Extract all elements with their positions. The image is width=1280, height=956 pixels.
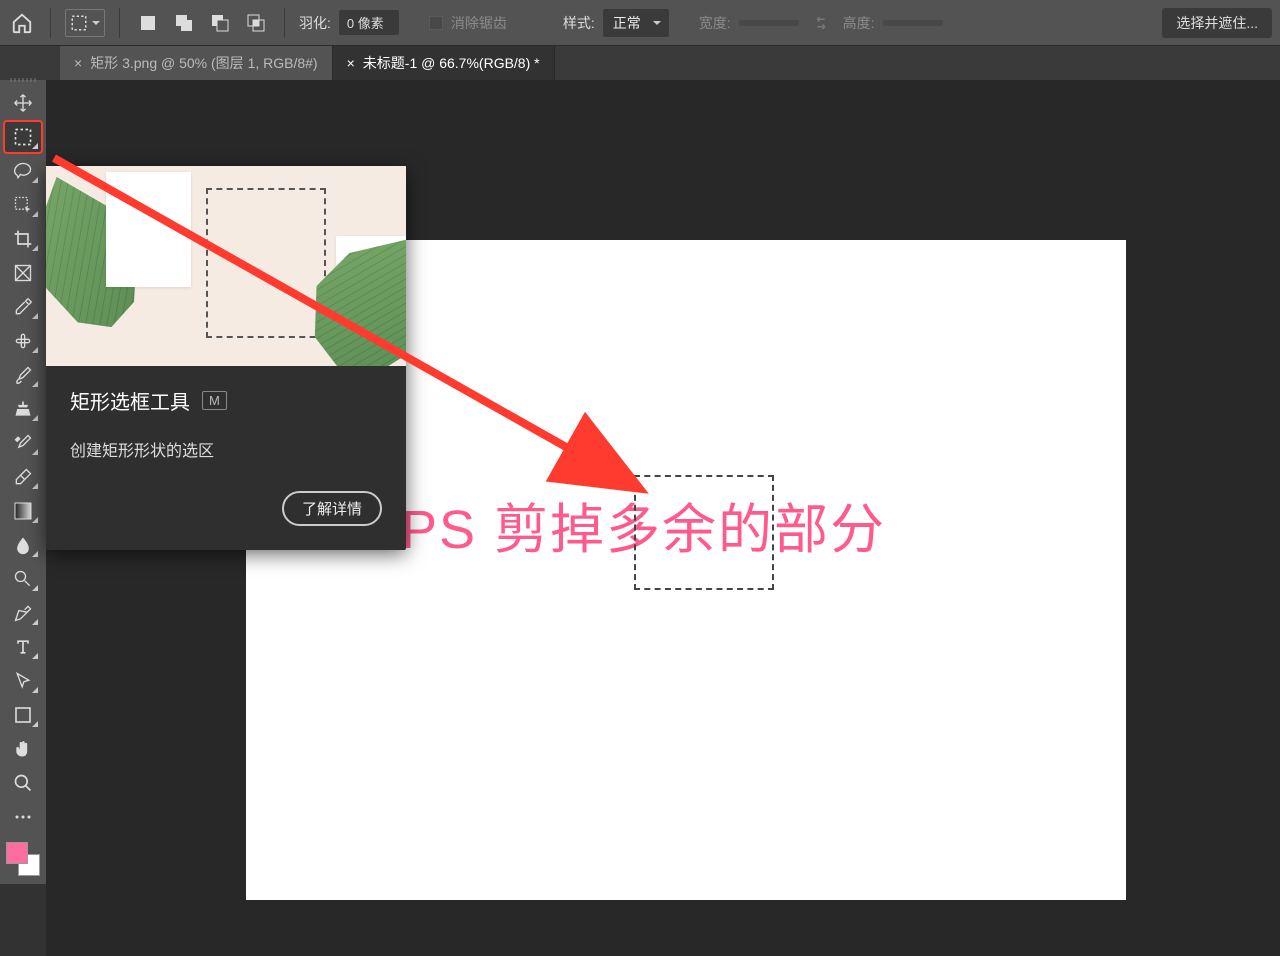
- close-icon[interactable]: ×: [347, 55, 355, 71]
- separator: [284, 8, 285, 38]
- height-input: [883, 20, 943, 26]
- antialias-checkbox: [429, 16, 443, 30]
- tooltip-title: 矩形选框工具: [70, 386, 190, 415]
- frame-tool[interactable]: [5, 258, 41, 288]
- blur-tool[interactable]: [5, 530, 41, 560]
- marquee-tool[interactable]: [5, 122, 41, 152]
- feather-label: 羽化:: [299, 13, 331, 33]
- document-tabs: × 矩形 3.png @ 50% (图层 1, RGB/8#) × 未标题-1 …: [0, 46, 1280, 80]
- close-icon[interactable]: ×: [74, 55, 82, 71]
- swap-wh-icon: [807, 9, 835, 37]
- tab-document-1[interactable]: × 矩形 3.png @ 50% (图层 1, RGB/8#): [60, 46, 333, 80]
- lasso-tool[interactable]: [5, 156, 41, 186]
- hand-tool[interactable]: [5, 734, 41, 764]
- separator: [50, 8, 51, 38]
- move-tool[interactable]: [5, 88, 41, 118]
- crop-tool[interactable]: [5, 224, 41, 254]
- type-tool[interactable]: [5, 632, 41, 662]
- eraser-tool[interactable]: [5, 462, 41, 492]
- toolbar: [0, 80, 46, 884]
- home-icon[interactable]: [8, 9, 36, 37]
- dodge-tool[interactable]: [5, 564, 41, 594]
- current-tool-icon[interactable]: [65, 9, 105, 37]
- height-label: 高度:: [843, 13, 875, 33]
- eyedropper-tool[interactable]: [5, 292, 41, 322]
- marquee-selection[interactable]: [634, 475, 774, 590]
- selection-intersect-icon[interactable]: [242, 9, 270, 37]
- healing-brush-tool[interactable]: [5, 326, 41, 356]
- clone-stamp-tool[interactable]: [5, 394, 41, 424]
- rectangle-tool[interactable]: [5, 700, 41, 730]
- zoom-tool[interactable]: [5, 768, 41, 798]
- selection-subtract-icon[interactable]: [206, 9, 234, 37]
- separator: [119, 8, 120, 38]
- tab-label: 未标题-1 @ 66.7%(RGB/8) *: [363, 53, 540, 73]
- select-and-mask-button[interactable]: 选择并遮住...: [1162, 8, 1272, 38]
- options-bar: 羽化: 0 像素 消除锯齿 样式: 正常 宽度: 高度: 选择并遮住...: [0, 0, 1280, 46]
- style-select[interactable]: 正常: [603, 9, 669, 37]
- marquee-preview: [206, 188, 326, 338]
- path-select-tool[interactable]: [5, 666, 41, 696]
- feather-input[interactable]: 0 像素: [339, 10, 399, 35]
- pen-tool[interactable]: [5, 598, 41, 628]
- tab-document-2[interactable]: × 未标题-1 @ 66.7%(RGB/8) *: [333, 46, 555, 80]
- edit-toolbar[interactable]: [5, 802, 41, 832]
- style-label: 样式:: [563, 13, 595, 33]
- tooltip-preview: [46, 166, 406, 366]
- tool-tooltip: 矩形选框工具 M 创建矩形形状的选区 了解详情: [46, 166, 406, 550]
- selection-new-icon[interactable]: [134, 9, 162, 37]
- tab-label: 矩形 3.png @ 50% (图层 1, RGB/8#): [90, 53, 317, 73]
- brush-tool[interactable]: [5, 360, 41, 390]
- learn-more-button[interactable]: 了解详情: [282, 491, 382, 526]
- selection-add-icon[interactable]: [170, 9, 198, 37]
- history-brush-tool[interactable]: [5, 428, 41, 458]
- tooltip-description: 创建矩形形状的选区: [70, 437, 382, 461]
- tooltip-shortcut: M: [202, 391, 227, 410]
- width-input: [739, 20, 799, 26]
- color-swatches[interactable]: [6, 842, 40, 876]
- antialias-label: 消除锯齿: [451, 13, 507, 33]
- foreground-color-swatch[interactable]: [6, 842, 28, 864]
- quick-select-tool[interactable]: [5, 190, 41, 220]
- gradient-tool[interactable]: [5, 496, 41, 526]
- width-label: 宽度:: [699, 13, 731, 33]
